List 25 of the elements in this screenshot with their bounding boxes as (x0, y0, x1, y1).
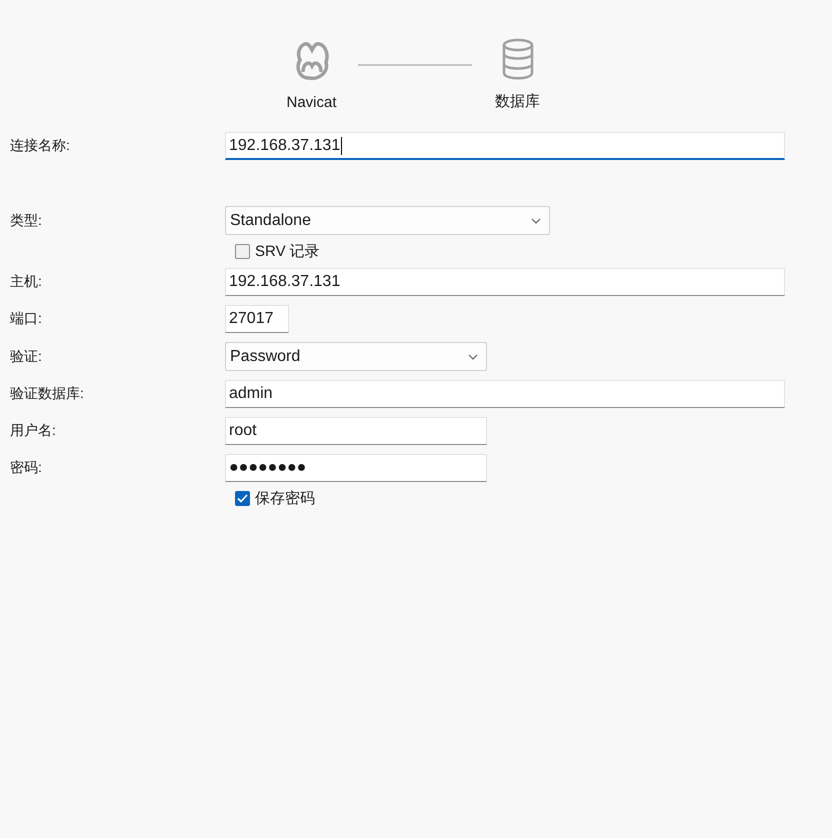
input-field[interactable]: root (225, 417, 487, 445)
field-label: 连接名称: (9, 137, 71, 155)
dropdown[interactable]: Password (225, 342, 487, 371)
dropdown[interactable]: Standalone (225, 206, 550, 235)
checkbox[interactable] (235, 490, 250, 506)
database-icon (500, 38, 534, 80)
chevron-down-icon (531, 218, 541, 224)
input-field[interactable]: 27017 (225, 305, 289, 333)
input-field[interactable]: ●●●●●●●● (225, 454, 487, 482)
field-label: 验证: (9, 348, 43, 366)
field-label: 用户名: (9, 422, 57, 440)
checkbox[interactable] (235, 244, 250, 258)
input-field[interactable]: 192.168.37.131 (225, 268, 785, 296)
input-field[interactable]: admin (225, 380, 785, 408)
field-label: 验证数据库: (9, 385, 85, 403)
chevron-down-icon (468, 354, 478, 360)
step-label: Navicat (286, 94, 337, 111)
field-label: 主机: (9, 273, 43, 291)
step-label: 数据库 (495, 92, 540, 111)
input-field[interactable]: 192.168.37.131 (225, 132, 785, 160)
checkbox-label[interactable]: SRV 记录 (255, 242, 320, 260)
field-label: 类型: (9, 212, 43, 230)
field-label: 密码: (9, 459, 43, 477)
field-label: 端口: (9, 310, 43, 328)
checkbox-label[interactable]: 保存密码 (255, 488, 315, 508)
